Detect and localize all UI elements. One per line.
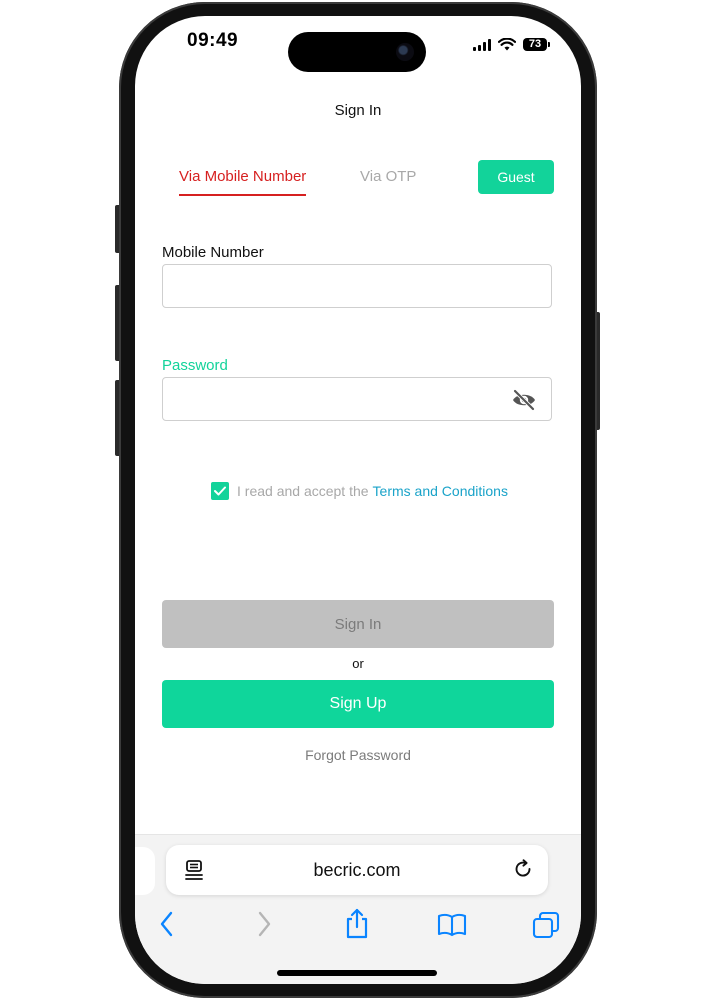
signal-icon (473, 38, 491, 51)
mobile-number-field-box (162, 264, 552, 308)
book-icon[interactable] (437, 913, 467, 937)
share-icon[interactable] (344, 907, 370, 939)
tab-via-mobile-number[interactable]: Via Mobile Number (179, 168, 307, 196)
address-bar[interactable]: becric.com (166, 845, 548, 895)
active-tab-underline (179, 194, 307, 196)
terms-text: I read and accept the (237, 483, 369, 499)
guest-button[interactable]: Guest (478, 160, 554, 194)
eye-off-icon[interactable] (511, 388, 537, 412)
tab-label: Via Mobile Number (179, 168, 307, 185)
home-indicator (277, 970, 437, 976)
terms-row: I read and accept the Terms and Conditio… (211, 482, 508, 500)
terms-checkbox[interactable] (211, 482, 229, 500)
status-icons: 73 (473, 38, 550, 51)
previous-tab-card[interactable] (135, 847, 155, 895)
forgot-password-label: Forgot Password (305, 747, 411, 763)
mobile-number-input[interactable] (163, 265, 551, 307)
checkmark-icon (214, 486, 226, 496)
device-mockup: 09:49 73 Sign In Via Mobile Number Via O… (0, 0, 715, 1000)
password-field-box (162, 377, 552, 421)
status-time: 09:49 (187, 30, 239, 51)
sign-up-button[interactable]: Sign Up (162, 680, 554, 728)
reload-icon[interactable] (512, 858, 534, 880)
camera-icon (396, 43, 414, 61)
chevron-left-icon[interactable] (159, 911, 175, 937)
mobile-number-label: Mobile Number (162, 244, 264, 261)
phone-frame: 09:49 73 Sign In Via Mobile Number Via O… (119, 2, 597, 998)
forgot-password-link[interactable]: Forgot Password (135, 747, 581, 763)
password-input[interactable] (163, 378, 551, 420)
sign-in-button[interactable]: Sign In (162, 600, 554, 648)
tab-via-otp[interactable]: Via OTP (360, 168, 416, 185)
tab-label: Via OTP (360, 168, 417, 185)
tabs-icon[interactable] (532, 911, 560, 939)
url-text: becric.com (313, 860, 401, 880)
chevron-right-icon[interactable] (256, 911, 272, 937)
password-label: Password (162, 357, 228, 374)
dynamic-island (288, 32, 426, 72)
page-title: Sign In (334, 102, 382, 119)
browser-bottom-bar: becric.com (135, 834, 581, 984)
terms-and-conditions-link[interactable]: Terms and Conditions (373, 483, 508, 499)
wifi-icon (498, 38, 516, 51)
phone-screen: 09:49 73 Sign In Via Mobile Number Via O… (135, 16, 581, 984)
battery-icon: 73 (523, 38, 550, 51)
or-divider-text: or (352, 656, 364, 671)
